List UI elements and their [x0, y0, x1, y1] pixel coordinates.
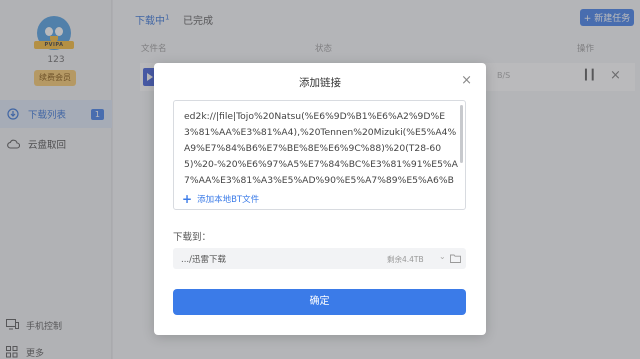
free-space-text: 剩余4.4TB [387, 255, 424, 264]
plus-icon: + [182, 192, 193, 206]
save-path-select[interactable]: .../迅雷下载 剩余4.4TB ⌄ [173, 248, 466, 269]
chevron-down-icon[interactable]: ⌄ [439, 252, 446, 261]
link-scrollbar[interactable] [460, 105, 463, 163]
folder-icon[interactable] [450, 254, 461, 263]
link-textarea-value[interactable]: ed2k://|file|Tojo%20Natsu(%E6%9D%B1%E6%A… [184, 109, 459, 189]
close-icon[interactable]: × [461, 73, 472, 88]
dialog-title: 添加链接 [299, 77, 341, 89]
save-path-value: .../迅雷下载 [181, 255, 226, 265]
download-to-label: 下载到： [173, 232, 212, 243]
add-local-bt-button[interactable]: + 添加本地BT文件 [182, 192, 259, 206]
add-link-dialog: 添加链接 × ed2k://|file|Tojo%20Natsu(%E6%9D%… [154, 63, 486, 335]
link-input[interactable]: ed2k://|file|Tojo%20Natsu(%E6%9D%B1%E6%A… [173, 100, 466, 210]
confirm-button[interactable]: 确定 [173, 289, 466, 315]
